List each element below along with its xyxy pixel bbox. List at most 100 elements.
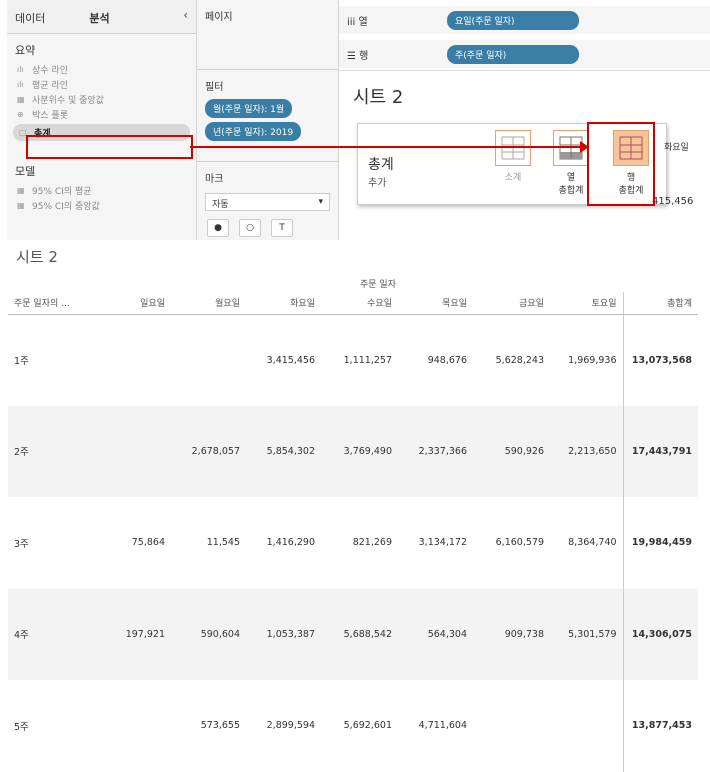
filter-pill-year[interactable]: 년(주문 일자): 2019	[205, 122, 302, 141]
bar-icon: ılı	[17, 65, 24, 74]
pane-tabs: 데이터 분석 ‹	[7, 0, 196, 34]
collapse-icon[interactable]: ‹	[175, 0, 196, 33]
column-group-header: 주문 일자	[360, 280, 396, 290]
col-header[interactable]: 토요일	[550, 292, 623, 315]
color-icon[interactable]: ●	[207, 219, 229, 237]
grand-total-cell[interactable]: 19,984,459	[622, 497, 698, 589]
row-label[interactable]: 1주	[8, 314, 103, 406]
peek-column-header: 화요일	[664, 143, 689, 153]
cell[interactable]: 590,926	[473, 405, 550, 497]
cell[interactable]: 2,678,057	[171, 405, 246, 497]
median-ci-item[interactable]: ▦ 95% CI의 중앙값	[7, 198, 196, 213]
grand-total-cell[interactable]: 13,073,568	[622, 314, 698, 406]
cell[interactable]: 590,604	[171, 588, 246, 680]
box-icon: ▦	[17, 95, 25, 104]
col-header[interactable]: 화요일	[246, 292, 321, 315]
cell[interactable]: 5,688,542	[321, 588, 398, 680]
cell[interactable]: 909,738	[473, 588, 550, 680]
cell[interactable]: 75,864	[103, 497, 171, 589]
cell[interactable]: 1,111,257	[321, 314, 398, 406]
cell[interactable]: 1,416,290	[246, 497, 321, 589]
table-row: 3주 75,864 11,545 1,416,290 821,269 3,134…	[8, 497, 698, 589]
marks-type-select[interactable]: 자동 ▾	[205, 193, 330, 211]
cell[interactable]	[103, 405, 171, 497]
columns-shelf: iii 열 요일(주문 일자)	[339, 6, 710, 34]
cell[interactable]: 6,160,579	[473, 497, 550, 589]
bar-icon: ılı	[17, 80, 24, 89]
box-icon: ⊕	[17, 110, 24, 119]
cell[interactable]: 564,304	[398, 588, 473, 680]
cell[interactable]	[171, 314, 246, 406]
cell[interactable]: 8,364,740	[550, 497, 623, 589]
cell[interactable]	[103, 680, 171, 772]
text-icon[interactable]: T	[271, 219, 293, 237]
row-label[interactable]: 2주	[8, 405, 103, 497]
col-header[interactable]: 목요일	[398, 292, 473, 315]
cell[interactable]: 2,337,366	[398, 405, 473, 497]
grand-total-header[interactable]: 총합계	[622, 292, 698, 315]
cell[interactable]: 1,969,936	[550, 314, 623, 406]
cell[interactable]: 5,628,243	[473, 314, 550, 406]
cell[interactable]: 2,213,650	[550, 405, 623, 497]
header-row: 주문 일자의 ... 일요일 월요일 화요일 수요일 목요일 금요일 토요일 총…	[8, 292, 698, 315]
cell[interactable]	[550, 680, 623, 772]
quartile-median-item[interactable]: ▦ 사분위수 및 중앙값	[7, 92, 196, 107]
shelves-pane: 페이지 필터 월(주문 일자): 1월 년(주문 일자): 2019 마크 자동…	[197, 0, 339, 240]
size-icon[interactable]: ○	[239, 219, 261, 237]
cell[interactable]: 1,053,387	[246, 588, 321, 680]
col-header[interactable]: 월요일	[171, 292, 246, 315]
tab-analytics[interactable]: 분석	[81, 0, 117, 33]
marks-buttons: ● ○ T	[197, 215, 338, 241]
table-row: 2주 2,678,057 5,854,302 3,769,490 2,337,3…	[8, 405, 698, 497]
cell[interactable]: 5,692,601	[321, 680, 398, 772]
cell[interactable]: 5,854,302	[246, 405, 321, 497]
analytics-pane: 데이터 분석 ‹ 요약 ılı 상수 라인 ılı 평균 라인 ▦ 사분위수 및 중앙…	[7, 0, 197, 240]
highlight-arrow-line	[190, 146, 582, 148]
cell[interactable]	[103, 314, 171, 406]
table-row: 1주 3,415,456 1,111,257 948,676 5,628,243…	[8, 314, 698, 406]
col-header[interactable]: 금요일	[473, 292, 550, 315]
cell[interactable]	[473, 680, 550, 772]
cell[interactable]: 3,134,172	[398, 497, 473, 589]
grand-total-cell[interactable]: 17,443,791	[622, 405, 698, 497]
average-line-item[interactable]: ılı 평균 라인	[7, 77, 196, 92]
cell[interactable]: 11,545	[171, 497, 246, 589]
table-row: 5주 573,655 2,899,594 5,692,601 4,711,604…	[8, 680, 698, 772]
grid-icon	[495, 130, 531, 166]
box-icon: ▦	[17, 186, 25, 195]
row-dimension-header[interactable]: 주문 일자의 ...	[8, 292, 103, 315]
cell[interactable]: 4,711,604	[398, 680, 473, 772]
subtotals-option[interactable]: 소계	[488, 130, 538, 183]
model-section-title: 모델	[15, 165, 36, 178]
mean-ci-item[interactable]: ▦ 95% CI의 평균	[7, 183, 196, 198]
marks-title: 마크	[205, 174, 224, 185]
row-label[interactable]: 3주	[8, 497, 103, 589]
rows-pill[interactable]: 주(주문 일자)	[447, 44, 579, 64]
box-plot-item[interactable]: ⊕ 박스 플롯	[7, 107, 196, 122]
cell[interactable]: 948,676	[398, 314, 473, 406]
filters-card[interactable]: 필터 월(주문 일자): 1월 년(주문 일자): 2019	[197, 70, 338, 162]
filter-pill-month[interactable]: 월(주문 일자): 1월	[205, 99, 293, 118]
cell[interactable]: 821,269	[321, 497, 398, 589]
cell[interactable]: 5,301,579	[550, 588, 623, 680]
filters-title: 필터	[205, 82, 224, 93]
row-label[interactable]: 5주	[8, 680, 103, 772]
col-header[interactable]: 일요일	[103, 292, 171, 315]
totals-highlight-box	[26, 135, 193, 159]
tab-data[interactable]: 데이터	[7, 0, 53, 33]
table-row: 4주 197,921 590,604 1,053,387 5,688,542 5…	[8, 588, 698, 680]
grand-total-cell[interactable]: 13,877,453	[622, 680, 698, 772]
pages-card[interactable]: 페이지	[197, 0, 338, 70]
grand-total-cell[interactable]: 14,306,075	[622, 588, 698, 680]
row-total-highlight-box	[587, 122, 655, 206]
row-label[interactable]: 4주	[8, 588, 103, 680]
columns-pill[interactable]: 요일(주문 일자)	[447, 10, 579, 30]
cell[interactable]: 197,921	[103, 588, 171, 680]
cell[interactable]: 573,655	[171, 680, 246, 772]
constant-line-item[interactable]: ılı 상수 라인	[7, 62, 196, 77]
cell[interactable]: 3,415,456	[246, 314, 321, 406]
cell[interactable]: 3,769,490	[321, 405, 398, 497]
col-header[interactable]: 수요일	[321, 292, 398, 315]
cell[interactable]: 2,899,594	[246, 680, 321, 772]
chevron-down-icon: ▾	[318, 197, 323, 207]
